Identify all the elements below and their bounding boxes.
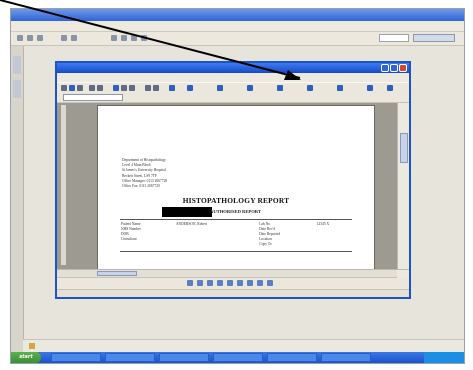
app-bottom-panel [57, 269, 409, 297]
outer-window-title [11, 11, 21, 18]
print-icon[interactable] [89, 85, 95, 91]
document-page[interactable]: Department of Histopathology Level 4 Mai… [97, 105, 375, 271]
taskbar-item[interactable] [51, 353, 101, 362]
outer-menubar [11, 21, 464, 32]
patient-info-table: Patient Name ANDERSON, Robert Lab No. 12… [120, 222, 352, 247]
address-block: Department of Histopathology Level 4 Mai… [122, 158, 167, 189]
grid-icon[interactable] [141, 35, 147, 41]
status-icon [29, 343, 35, 349]
formatting-toolbar [57, 93, 409, 103]
outer-statusbar [23, 339, 464, 352]
paste-icon[interactable] [131, 35, 137, 41]
maximize-icon[interactable] [390, 64, 398, 72]
system-tray-clock [424, 352, 464, 363]
new-document-icon[interactable] [61, 85, 67, 91]
toolbar-icon[interactable] [247, 85, 253, 91]
table-cell [316, 242, 352, 247]
picture-icon[interactable] [257, 280, 263, 286]
table-row: Copy To [120, 242, 352, 247]
folder-icon[interactable] [71, 35, 77, 41]
report-title: HISTOPATHOLOGY REPORT [182, 196, 290, 205]
copy-icon[interactable] [121, 85, 127, 91]
taskbar-item[interactable] [213, 353, 263, 362]
minimize-icon[interactable] [381, 64, 389, 72]
refresh-icon[interactable] [37, 35, 43, 41]
vertical-ruler [61, 105, 66, 265]
table-cell [175, 242, 258, 247]
taskbar-item[interactable] [105, 353, 155, 362]
outer-search-button[interactable] [413, 34, 455, 42]
copy-icon[interactable] [121, 35, 127, 41]
app-titlebar [57, 63, 409, 73]
outer-titlebar [11, 9, 464, 21]
table-icon[interactable] [169, 85, 175, 91]
toolbar-icon[interactable] [337, 85, 343, 91]
wordart-icon[interactable] [237, 280, 243, 286]
outer-search-input[interactable] [379, 34, 409, 42]
close-icon[interactable] [399, 64, 407, 72]
toolbar-icon[interactable] [217, 85, 223, 91]
address-line: Office Fax: 0113 2067720 [122, 184, 160, 189]
fill-color-icon[interactable] [267, 280, 273, 286]
undo-icon[interactable] [145, 85, 151, 91]
redo-icon[interactable] [153, 85, 159, 91]
table-cell [120, 242, 175, 247]
toolbar-icon[interactable] [277, 85, 283, 91]
open-icon[interactable] [69, 85, 75, 91]
save-icon[interactable] [77, 85, 83, 91]
textbox-tool-icon[interactable] [227, 280, 233, 286]
app-menubar [57, 73, 409, 82]
start-button[interactable]: start [11, 352, 41, 363]
outer-toolbar [11, 32, 464, 46]
paste-icon[interactable] [129, 85, 135, 91]
line-tool-icon[interactable] [197, 280, 203, 286]
toolbar-icon[interactable] [187, 85, 193, 91]
toolbar-icon[interactable] [367, 85, 373, 91]
table-cell: Copy To [259, 242, 272, 246]
divider [120, 251, 352, 252]
left-side-pane [11, 46, 24, 353]
drawing-toolbar [57, 278, 409, 288]
scroll-thumb[interactable] [400, 133, 408, 163]
oval-tool-icon[interactable] [217, 280, 223, 286]
rectangle-tool-icon[interactable] [207, 280, 213, 286]
document-area: Department of Histopathology Level 4 Mai… [57, 103, 409, 271]
app-statusbar [57, 289, 409, 297]
taskbar: start [11, 352, 464, 363]
toolbar-icon[interactable] [307, 85, 313, 91]
side-pane-tab[interactable] [13, 56, 21, 74]
arrow-tool-icon[interactable] [187, 280, 193, 286]
back-icon[interactable] [17, 35, 23, 41]
clipart-icon[interactable] [247, 280, 253, 286]
horizontal-scrollbar[interactable] [57, 270, 397, 278]
preview-icon[interactable] [97, 85, 103, 91]
redaction-box [162, 207, 212, 217]
style-select[interactable] [63, 94, 123, 101]
cut-icon[interactable] [113, 85, 119, 91]
divider [120, 219, 352, 220]
cut-icon[interactable] [111, 35, 117, 41]
side-pane-tab[interactable] [13, 80, 21, 98]
taskbar-item[interactable] [321, 353, 371, 362]
address-line: St James's University Hospital [122, 168, 166, 173]
forward-icon[interactable] [27, 35, 33, 41]
taskbar-item[interactable] [159, 353, 209, 362]
word-window: Department of Histopathology Level 4 Mai… [55, 61, 411, 299]
toolbar-icon[interactable] [387, 85, 393, 91]
taskbar-item[interactable] [267, 353, 317, 362]
home-icon[interactable] [61, 35, 67, 41]
report-subtitle: AUTHORISED REPORT [210, 209, 262, 214]
scroll-thumb[interactable] [97, 271, 137, 276]
vertical-scrollbar[interactable] [397, 103, 409, 269]
desktop-screen: Department of Histopathology Level 4 Mai… [10, 8, 465, 364]
